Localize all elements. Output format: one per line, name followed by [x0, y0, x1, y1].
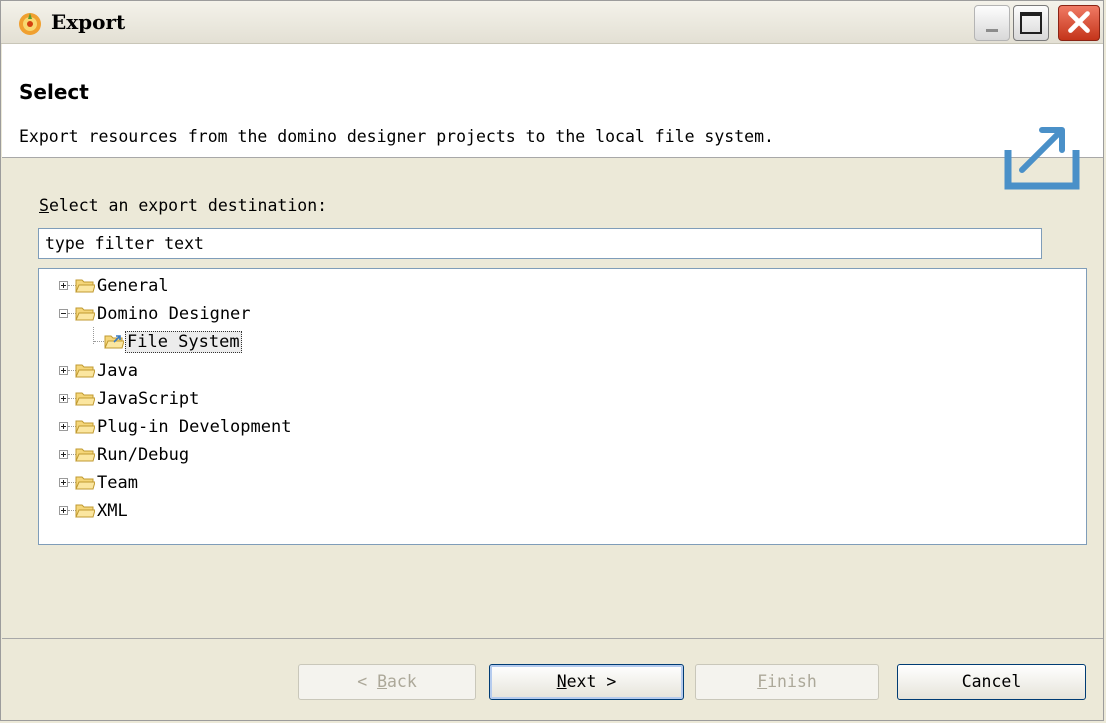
tree-item-label: General — [97, 276, 169, 296]
minimize-icon — [986, 29, 998, 32]
cancel-button[interactable]: Cancel — [897, 664, 1086, 700]
page-description: Export resources from the domino designe… — [19, 127, 774, 146]
expand-icon[interactable] — [59, 281, 68, 290]
destination-label: Select an export destination: — [39, 196, 328, 215]
minimize-button[interactable] — [974, 5, 1010, 41]
folder-icon — [75, 392, 95, 406]
expand-icon[interactable] — [59, 394, 68, 403]
expand-icon[interactable] — [59, 450, 68, 459]
finish-button[interactable]: Finish — [695, 664, 879, 700]
export-icon — [1004, 127, 1080, 190]
filter-input[interactable] — [38, 228, 1042, 259]
tree-item-javascript[interactable]: JavaScript — [39, 388, 439, 412]
title-bar[interactable]: Export — [1, 1, 1103, 44]
maximize-button[interactable] — [1013, 5, 1049, 41]
back-button[interactable]: < Back — [298, 664, 476, 700]
tree-item-run-debug[interactable]: Run/Debug — [39, 444, 439, 468]
tree-item-domino-designer[interactable]: Domino Designer — [39, 303, 439, 327]
close-icon — [1068, 11, 1090, 33]
tree-item-file-system[interactable]: File System — [39, 331, 439, 355]
folder-icon — [75, 504, 95, 518]
next-button[interactable]: Next > — [489, 664, 684, 700]
tree-item-label: Team — [97, 473, 138, 493]
folder-icon — [75, 476, 95, 490]
button-bar-separator — [2, 638, 1103, 639]
expand-icon[interactable] — [59, 506, 68, 515]
export-folder-icon — [104, 335, 124, 349]
tree-item-label: Plug-in Development — [97, 417, 292, 437]
domino-app-icon — [19, 13, 41, 35]
maximize-icon — [1020, 12, 1042, 34]
folder-icon — [75, 279, 95, 293]
expand-icon[interactable] — [59, 422, 68, 431]
tree-item-label: XML — [97, 501, 128, 521]
folder-icon — [75, 307, 95, 321]
tree-item-label: Domino Designer — [97, 304, 251, 324]
tree-item-general[interactable]: General — [39, 275, 439, 299]
close-button[interactable] — [1058, 5, 1100, 41]
folder-icon — [75, 448, 95, 462]
collapse-icon[interactable] — [59, 309, 68, 318]
tree-item-team[interactable]: Team — [39, 472, 439, 496]
tree-item-label: Run/Debug — [97, 445, 190, 465]
page-title: Select — [19, 80, 89, 104]
tree-item-label: File System — [125, 331, 242, 353]
folder-icon — [75, 420, 95, 434]
tree-item-java[interactable]: Java — [39, 360, 439, 384]
destination-tree[interactable]: General Domino Designer File System Java — [38, 268, 1087, 545]
export-dialog: Export Select Export resources from the … — [0, 0, 1104, 721]
tree-item-label: Java — [97, 361, 138, 381]
expand-icon[interactable] — [59, 366, 68, 375]
tree-item-xml[interactable]: XML — [39, 500, 439, 524]
tree-item-label: JavaScript — [97, 389, 200, 409]
tree-item-plugin-development[interactable]: Plug-in Development — [39, 416, 439, 440]
expand-icon[interactable] — [59, 478, 68, 487]
window-title: Export — [51, 10, 126, 34]
wizard-banner: Select Export resources from the domino … — [2, 44, 1103, 190]
folder-icon — [75, 364, 95, 378]
